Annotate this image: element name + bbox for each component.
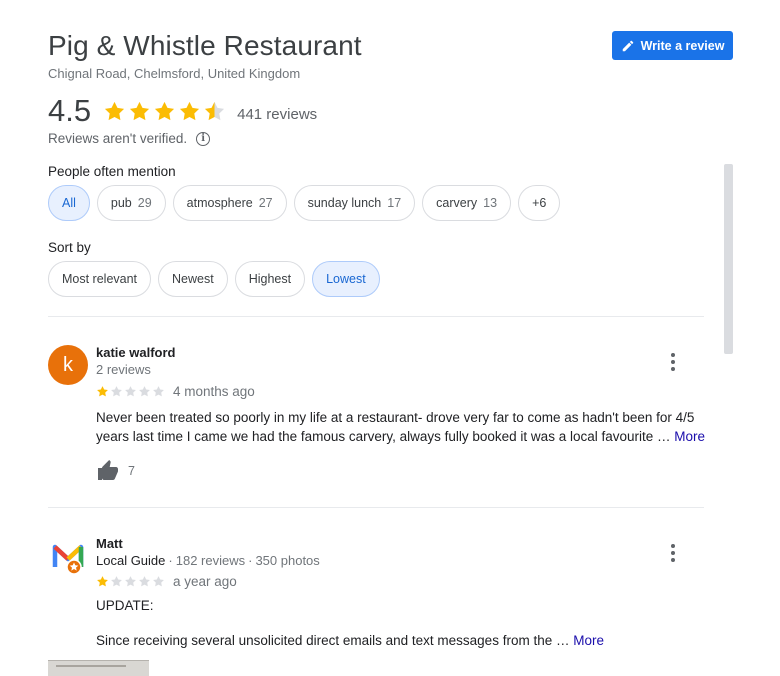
- divider: [48, 507, 704, 508]
- more-link[interactable]: More: [674, 429, 705, 444]
- reviewer-name[interactable]: Matt: [96, 536, 708, 551]
- star-icon: [205, 101, 225, 120]
- local-guide-label: Local Guide: [96, 553, 166, 568]
- like-count: 7: [128, 464, 135, 478]
- place-address: Chignal Road, Chelmsford, United Kingdom: [48, 66, 301, 81]
- review-count[interactable]: 441 reviews: [237, 106, 317, 123]
- avatar[interactable]: [48, 536, 88, 576]
- mentions-label: People often mention: [48, 164, 176, 179]
- mention-chip-more[interactable]: +6: [518, 185, 561, 221]
- place-title: Pig & Whistle Restaurant: [48, 30, 362, 61]
- like-row: 7: [96, 459, 708, 483]
- review-stars: [96, 385, 165, 398]
- more-vert-icon[interactable]: [670, 353, 676, 371]
- verified-text: Reviews aren't verified.: [48, 131, 188, 146]
- reviewer-name[interactable]: katie walford: [96, 345, 708, 360]
- divider: [48, 316, 704, 317]
- local-guide-avatar-icon: [52, 544, 84, 575]
- mention-chip-sunday-lunch[interactable]: sunday lunch 17: [293, 185, 416, 221]
- verified-note: Reviews aren't verified. i: [48, 131, 211, 146]
- star-icon: [97, 386, 108, 397]
- more-link[interactable]: More: [573, 633, 604, 648]
- mention-chip-all[interactable]: All: [48, 185, 90, 221]
- star-icon: [180, 101, 200, 120]
- star-icon: [125, 386, 136, 397]
- reviewer-meta: Local Guide · 182 reviews · 350 photos: [96, 553, 320, 568]
- thumbs-up-icon[interactable]: [96, 459, 120, 483]
- sort-label: Sort by: [48, 240, 91, 255]
- place-header: Pig & Whistle Restaurant Chignal Road, C…: [48, 30, 362, 81]
- review-text: UPDATE: Since receiving several unsolici…: [96, 598, 604, 648]
- scrollbar[interactable]: [724, 164, 733, 354]
- mention-chip-atmosphere[interactable]: atmosphere 27: [172, 185, 287, 221]
- rating-stars: [103, 100, 226, 123]
- star-icon: [130, 101, 150, 120]
- reviewer-meta: 2 reviews: [96, 362, 151, 377]
- star-icon: [153, 576, 164, 587]
- avatar[interactable]: k: [48, 345, 88, 385]
- review-stars: [96, 575, 165, 588]
- mention-chips: All pub 29 atmosphere 27 sunday lunch 17…: [48, 185, 561, 221]
- star-icon: [139, 576, 150, 587]
- review-rating: a year ago: [96, 574, 708, 589]
- mention-chip-pub[interactable]: pub 29: [96, 185, 166, 221]
- mention-chip-carvery[interactable]: carvery 13: [422, 185, 512, 221]
- star-icon: [111, 576, 122, 587]
- star-icon: [153, 386, 164, 397]
- review-time: a year ago: [173, 574, 237, 589]
- review-rating: 4 months ago: [96, 384, 708, 399]
- pencil-icon: [622, 40, 633, 51]
- sort-most-relevant[interactable]: Most relevant: [48, 261, 152, 297]
- sort-highest[interactable]: Highest: [234, 261, 306, 297]
- star-icon: [105, 101, 125, 120]
- sort-lowest[interactable]: Lowest: [312, 261, 380, 297]
- review-photo[interactable]: [48, 660, 149, 676]
- star-icon: [155, 101, 175, 120]
- rating-value: 4.5: [48, 93, 92, 128]
- star-icon: [111, 386, 122, 397]
- sort-chips: Most relevant Newest Highest Lowest: [48, 261, 380, 297]
- star-icon: [139, 386, 150, 397]
- review-body: katie walford 2 reviews 4 months ago Nev…: [96, 345, 708, 483]
- star-icon: [125, 576, 136, 587]
- review-text: Never been treated so poorly in my life …: [96, 410, 706, 444]
- sort-newest[interactable]: Newest: [158, 261, 228, 297]
- info-icon[interactable]: i: [196, 131, 211, 146]
- rating-summary: 4.5 441 reviews: [48, 93, 317, 129]
- more-vert-icon[interactable]: [670, 544, 676, 562]
- review-body: Matt Local Guide · 182 reviews · 350 photos …: [96, 536, 708, 650]
- write-review-button[interactable]: Write a review: [612, 31, 733, 60]
- write-review-label: Write a review: [640, 38, 725, 53]
- star-icon: [97, 576, 108, 587]
- review-time: 4 months ago: [173, 384, 255, 399]
